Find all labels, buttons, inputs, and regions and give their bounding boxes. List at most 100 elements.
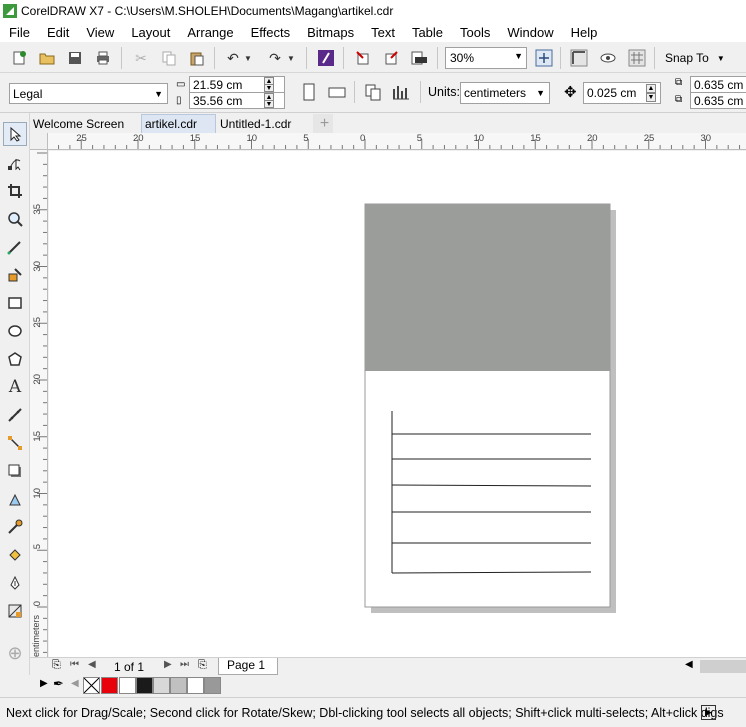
undo-icon[interactable]: ↶ — [222, 47, 244, 69]
menu-layout[interactable]: Layout — [122, 25, 178, 40]
pick-tool-icon[interactable] — [3, 122, 27, 146]
menu-text[interactable]: Text — [362, 25, 403, 40]
polygon-tool-icon[interactable] — [3, 347, 27, 371]
smart-fill-icon[interactable] — [3, 263, 27, 287]
search-content-icon[interactable] — [315, 47, 337, 69]
swatch-white-2[interactable] — [187, 677, 204, 694]
duplicate-x-field[interactable]: 0.635 cm — [690, 76, 746, 93]
status-text: Next click for Drag/Scale; Second click … — [6, 705, 724, 720]
duplicate-y-field[interactable]: 0.635 cm — [690, 92, 746, 109]
landscape-icon[interactable] — [326, 81, 348, 103]
ruler-label: 5 — [32, 544, 43, 550]
all-pages-icon[interactable] — [362, 81, 384, 103]
menu-tools[interactable]: Tools — [451, 25, 498, 40]
freehand-tool-icon[interactable] — [3, 235, 27, 259]
new-tab-plus-icon[interactable]: + — [313, 114, 333, 133]
redo-dropdown-icon[interactable]: ▼ — [285, 47, 297, 69]
text-tool-icon[interactable]: A — [3, 375, 27, 399]
menu-bitmaps[interactable]: Bitmaps — [298, 25, 362, 40]
menu-help[interactable]: Help — [562, 25, 606, 40]
menu-edit[interactable]: Edit — [38, 25, 77, 40]
horizontal-scrollbar-thumb[interactable] — [700, 660, 746, 673]
drop-shadow-icon[interactable] — [3, 459, 27, 483]
crop-tool-icon[interactable] — [3, 179, 27, 203]
menu-view[interactable]: View — [77, 25, 122, 40]
show-grid-icon[interactable] — [626, 47, 648, 69]
spin-down-icon[interactable]: ▼ — [646, 93, 656, 102]
zoom-level-select[interactable]: 30% ▼ — [445, 47, 527, 69]
add-tool-plus-icon[interactable]: ⊕ — [3, 641, 27, 665]
ruler-label: 15 — [189, 133, 201, 144]
vertical-ruler[interactable]: 35 30 25 20 15 10 5 0 centimeters — [30, 150, 48, 657]
zoom-tool-icon[interactable] — [3, 207, 27, 231]
mesh-fill-icon[interactable] — [3, 599, 27, 623]
new-document-icon[interactable] — [8, 47, 30, 69]
menu-file[interactable]: File — [0, 25, 38, 40]
add-page-after-icon[interactable]: ⎘ — [198, 659, 207, 672]
parallel-dimension-icon[interactable] — [3, 403, 27, 427]
swatch-red[interactable] — [101, 677, 118, 694]
tab-untitled-1[interactable]: Untitled-1.cdr — [217, 114, 311, 133]
publish-pdf-icon[interactable] — [408, 47, 430, 69]
ruler-origin[interactable] — [30, 133, 48, 150]
eyedropper-icon[interactable]: ✒ — [53, 676, 64, 692]
show-rulers-icon[interactable] — [568, 47, 590, 69]
cut-icon[interactable]: ✂ — [130, 47, 152, 69]
menu-arrange[interactable]: Arrange — [178, 25, 241, 40]
open-folder-icon[interactable] — [36, 47, 58, 69]
portrait-icon[interactable] — [298, 81, 320, 103]
transparency-tool-icon[interactable] — [3, 487, 27, 511]
menu-table[interactable]: Table — [403, 25, 451, 40]
swatch-black[interactable] — [136, 677, 153, 694]
connector-tool-icon[interactable] — [3, 431, 27, 455]
palette-scroll-left-icon[interactable]: ◀ — [71, 678, 79, 689]
tab-artikel[interactable]: artikel.cdr — [141, 114, 216, 133]
palette-menu-arrow-icon[interactable]: ▶ — [40, 678, 48, 689]
swatch-gray[interactable] — [170, 677, 187, 694]
swatch-dark-gray[interactable] — [204, 677, 221, 694]
menu-window[interactable]: Window — [498, 25, 561, 40]
page-height-field[interactable]: 35.56 cm ▲ ▼ — [189, 92, 285, 109]
full-screen-preview-icon[interactable] — [533, 47, 555, 69]
first-page-icon[interactable]: ⏮ — [70, 659, 79, 670]
page-width-field[interactable]: 21.59 cm ▲ ▼ — [189, 76, 285, 93]
smart-fill-pen-icon[interactable] — [3, 571, 27, 595]
spin-down-icon[interactable]: ▼ — [264, 84, 274, 92]
view-options-icon[interactable] — [597, 47, 619, 69]
ellipse-tool-icon[interactable] — [3, 319, 27, 343]
nudge-distance-field[interactable]: 0.025 cm ▲ ▼ — [583, 82, 661, 104]
export-icon[interactable] — [380, 47, 402, 69]
current-page-icon[interactable] — [390, 81, 412, 103]
tab-welcome-screen[interactable]: Welcome Screen — [30, 114, 140, 133]
paste-icon[interactable] — [186, 47, 208, 69]
redo-icon[interactable]: ↷ — [264, 47, 286, 69]
previous-page-icon[interactable]: ◀ — [88, 659, 96, 670]
shape-tool-icon[interactable] — [3, 151, 27, 175]
print-icon[interactable] — [92, 47, 114, 69]
interactive-fill-icon[interactable] — [3, 543, 27, 567]
snap-to-button[interactable]: Snap To ▼ — [659, 47, 729, 69]
scroll-left-icon[interactable]: ◀ — [685, 659, 693, 670]
drawing-canvas[interactable] — [49, 151, 746, 657]
last-page-icon[interactable]: ⏭ — [180, 659, 189, 670]
copy-icon[interactable] — [158, 47, 180, 69]
page-1-tab[interactable]: Page 1 — [218, 658, 278, 675]
swatch-light-gray[interactable] — [153, 677, 170, 694]
menu-effects[interactable]: Effects — [242, 25, 299, 40]
spin-down-icon[interactable]: ▼ — [264, 100, 274, 108]
add-page-before-icon[interactable]: ⎘ — [52, 659, 61, 672]
import-icon[interactable] — [352, 47, 374, 69]
next-page-icon[interactable]: ▶ — [164, 659, 172, 670]
undo-dropdown-icon[interactable]: ▼ — [242, 47, 254, 69]
rectangle-tool-icon[interactable] — [3, 291, 27, 315]
no-color-swatch[interactable] — [83, 677, 100, 694]
swatch-white[interactable] — [119, 677, 136, 694]
page-size-select[interactable]: Legal ▼ — [9, 83, 168, 104]
save-icon[interactable] — [64, 47, 86, 69]
units-select[interactable]: centimeters ▼ — [460, 82, 550, 104]
spin-up-icon[interactable]: ▲ — [646, 84, 656, 93]
color-palette: ▶ ✒ ◀ — [30, 675, 746, 695]
horizontal-ruler[interactable]: 25 20 15 10 5 0 5 10 15 20 25 30 — [48, 133, 746, 150]
status-expand-icon[interactable]: ▶ — [701, 705, 716, 720]
color-eyedropper-icon[interactable] — [3, 515, 27, 539]
